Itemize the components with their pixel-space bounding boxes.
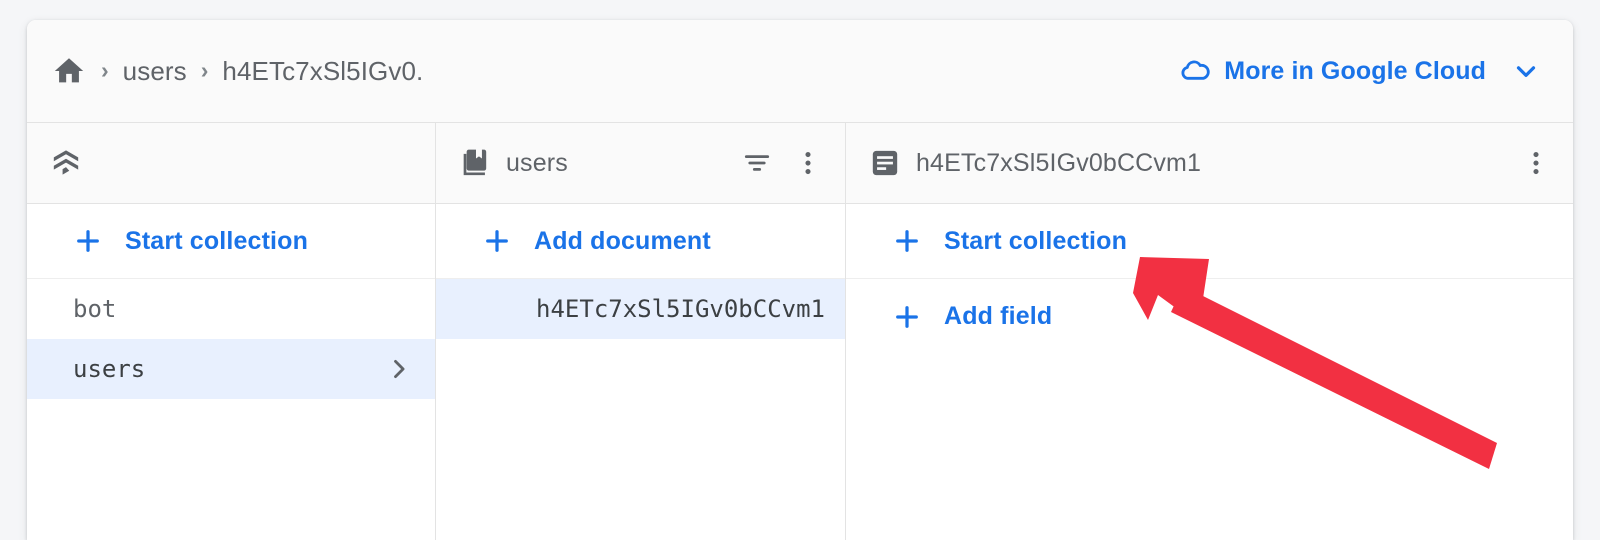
more-in-google-cloud-button[interactable]: More in Google Cloud <box>1179 55 1541 87</box>
firestore-database-icon <box>49 146 83 180</box>
add-field-label: Add field <box>944 302 1053 330</box>
add-document-label: Add document <box>534 226 711 255</box>
more-vert-icon[interactable] <box>1521 148 1551 178</box>
panel-database-header <box>27 123 435 204</box>
start-collection-label: Start collection <box>944 226 1127 255</box>
list-item-collection-bot[interactable]: bot <box>27 279 435 339</box>
start-collection-button[interactable]: Start collection <box>846 204 1573 279</box>
panel-collection-body: Add document h4ETc7xSl5IGv0bCCvm1 <box>436 204 845 540</box>
plus-icon <box>73 226 103 256</box>
collection-name: bot <box>73 295 117 323</box>
list-item-collection-users[interactable]: users <box>27 339 435 399</box>
add-document-button[interactable]: Add document <box>436 204 845 279</box>
add-field-button[interactable]: Add field <box>846 279 1573 354</box>
filter-icon[interactable] <box>741 147 773 179</box>
breadcrumb-item-users[interactable]: users <box>123 56 187 87</box>
breadcrumb: › users › h4ETc7xSl5IGv0. <box>51 53 1179 89</box>
panel-document-title: h4ETc7xSl5IGv0bCCvm1 <box>916 148 1202 177</box>
breadcrumb-item-document[interactable]: h4ETc7xSl5IGv0. <box>222 56 423 87</box>
panel-document-header: h4ETc7xSl5IGv0bCCvm1 <box>846 123 1573 204</box>
panel-collection-title: users <box>506 148 568 177</box>
more-vert-icon[interactable] <box>793 148 823 178</box>
home-icon[interactable] <box>51 53 87 89</box>
chevron-down-icon[interactable] <box>1511 56 1541 86</box>
panel-document: h4ETc7xSl5IGv0bCCvm1 Start collection Ad… <box>846 123 1573 540</box>
breadcrumb-bar: › users › h4ETc7xSl5IGv0. More in Google… <box>27 20 1573 123</box>
plus-icon <box>892 302 922 332</box>
firestore-data-card: › users › h4ETc7xSl5IGv0. More in Google… <box>27 20 1573 540</box>
panel-database-body: Start collection bot users <box>27 204 435 540</box>
breadcrumb-separator-2: › <box>200 56 209 83</box>
plus-icon <box>482 226 512 256</box>
collection-icon <box>458 146 492 180</box>
start-collection-label: Start collection <box>125 226 308 255</box>
breadcrumb-separator-1: › <box>101 56 109 83</box>
collection-name: users <box>73 355 146 383</box>
more-in-google-cloud-label: More in Google Cloud <box>1224 56 1486 85</box>
plus-icon <box>892 226 922 256</box>
document-icon <box>868 146 902 180</box>
cloud-icon <box>1179 55 1211 87</box>
panel-database: Start collection bot users <box>27 123 436 540</box>
list-item-document[interactable]: h4ETc7xSl5IGv0bCCvm1 <box>436 279 845 339</box>
panel-container: Start collection bot users users Add doc… <box>27 123 1573 540</box>
panel-collection: users Add document h4ETc7xSl5IGv0bCCvm1 <box>436 123 846 540</box>
panel-collection-header: users <box>436 123 845 204</box>
document-id: h4ETc7xSl5IGv0bCCvm1 <box>536 295 825 323</box>
panel-document-body: Start collection Add field <box>846 204 1573 540</box>
chevron-right-icon <box>385 355 413 383</box>
start-collection-button[interactable]: Start collection <box>27 204 435 279</box>
